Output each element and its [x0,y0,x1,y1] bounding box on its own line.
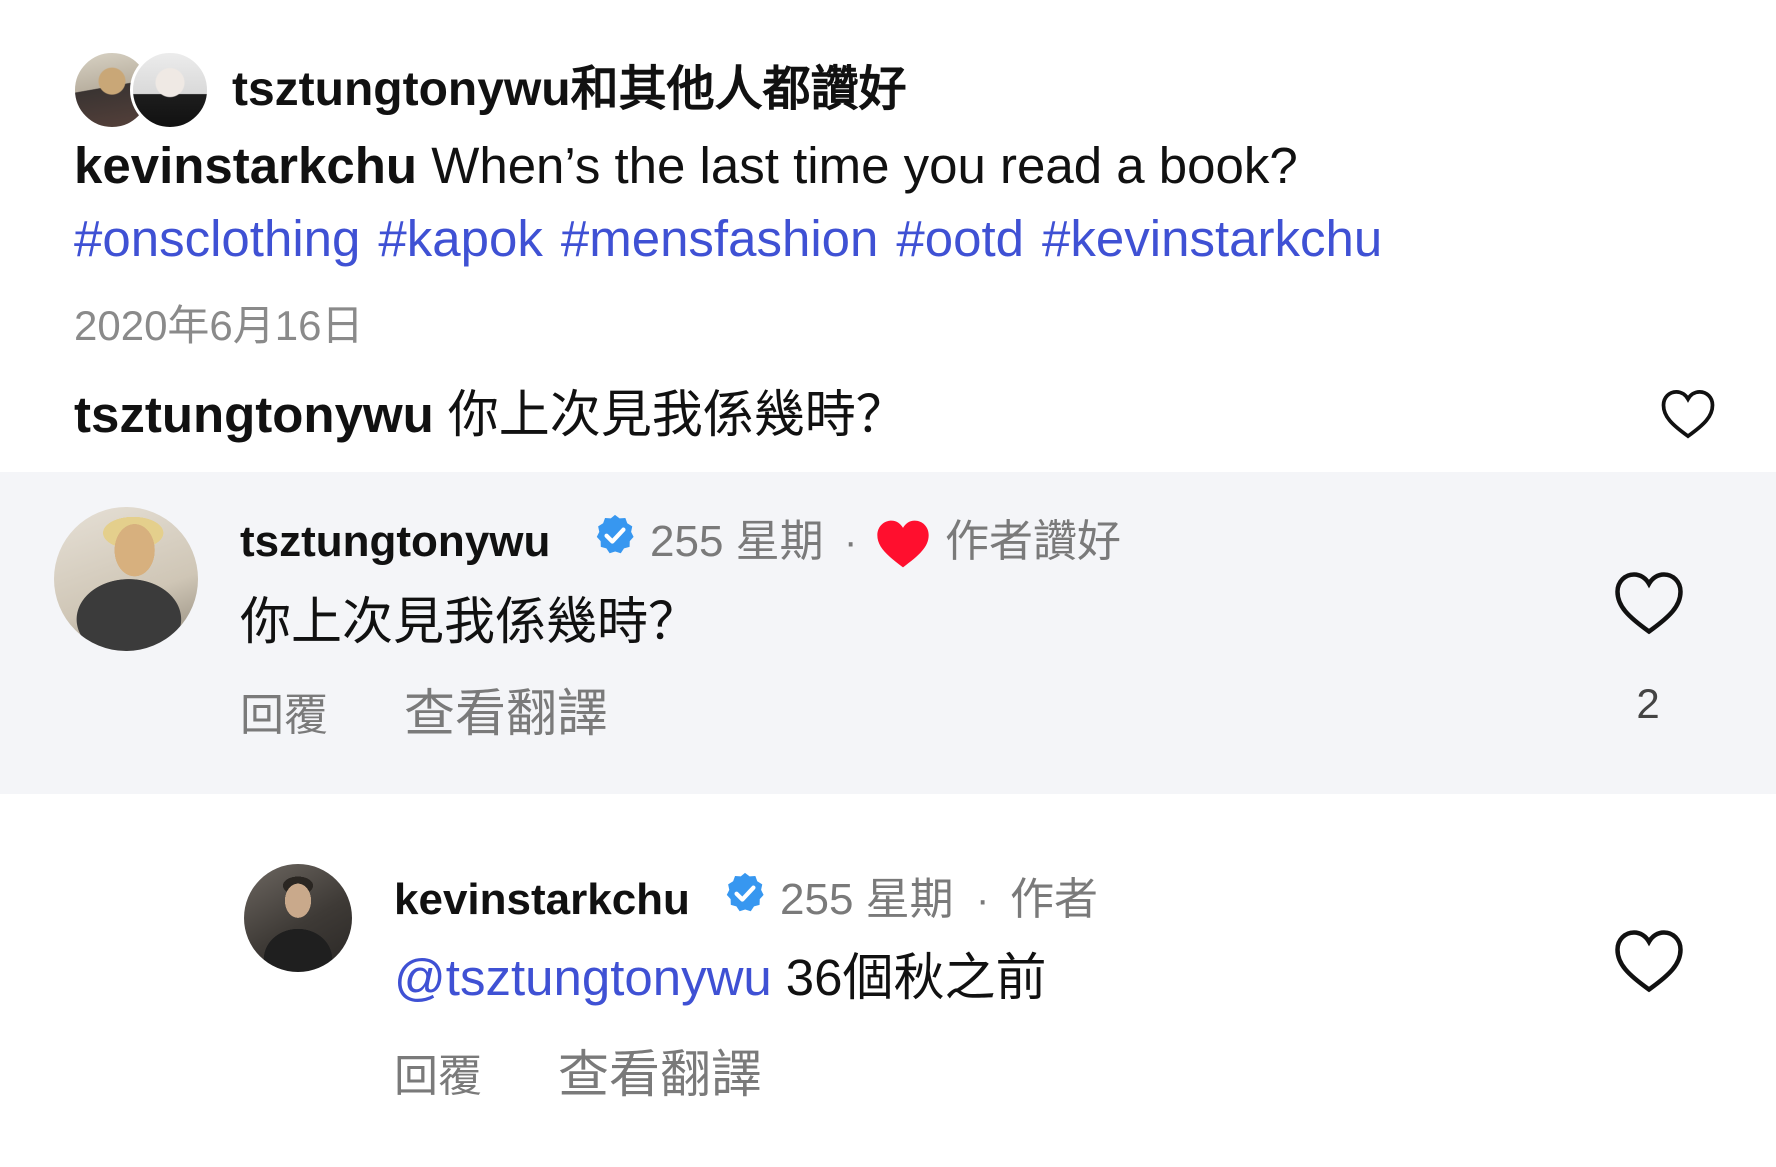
reply-text-body: 36個秋之前 [785,949,1047,1006]
heart-outline-icon[interactable] [1660,388,1716,440]
separator-dot: · [844,520,858,564]
avatar[interactable] [54,507,198,651]
hashtag-link[interactable]: #kevinstarkchu [1042,210,1382,267]
post-caption: kevinstarkchu When’s the last time you r… [74,132,1298,200]
heart-outline-icon[interactable] [1612,570,1686,636]
reply-timestamp: 255 星期 [780,875,954,924]
avatar-liker-2 [130,50,210,130]
reply-author-username[interactable]: kevinstarkchu [394,870,690,930]
avatar[interactable] [244,864,352,972]
post-caption-text: When’s the last time you read a book? [431,137,1298,194]
comment-timestamp: 255 星期 [650,517,824,566]
verified-badge-icon [596,514,634,554]
like-count[interactable]: 2 [1630,676,1666,732]
post-hashtags: #onsclothing #kapok #mensfashion #ootd #kevi… [74,205,1400,273]
heart-filled-icon [877,520,929,568]
verified-badge-icon [726,872,764,912]
see-translation-button[interactable]: 查看翻譯 [558,1041,762,1109]
see-translation-button[interactable]: 查看翻譯 [404,680,608,748]
preview-comment-author[interactable]: tsztungtonywu [74,386,434,443]
liked-by-avatars[interactable] [72,50,212,134]
heart-outline-icon[interactable] [1612,928,1686,994]
reply-button[interactable]: 回覆 [394,1047,482,1107]
hashtag-link[interactable]: #kapok [378,210,542,267]
comment-text: 你上次見我係幾時？ [240,593,700,650]
preview-comment: tsztungtonywu 你上次見我係幾時？ [74,381,907,449]
author-badge: 作者 [1010,875,1098,924]
separator-dot: · [976,878,990,922]
post-author-username[interactable]: kevinstarkchu [74,137,417,194]
hashtag-link[interactable]: #ootd [896,210,1024,267]
comment-author-username[interactable]: tsztungtonywu [240,512,550,572]
post-date: 2020年6月16日 [74,302,364,349]
preview-comment-text: 你上次見我係幾時？ [447,386,907,443]
hashtag-link[interactable]: #mensfashion [561,210,879,267]
mention-link[interactable]: @tsztungtonywu [394,949,772,1006]
reply-text: @tsztungtonywu 36個秋之前 [394,944,1047,1012]
hashtag-link[interactable]: #onsclothing [74,210,360,267]
reply-button[interactable]: 回覆 [240,686,328,746]
author-liked-label: 作者讚好 [945,517,1121,566]
liked-by-text[interactable]: tsztungtonywu和其他人都讚好 [232,58,907,122]
